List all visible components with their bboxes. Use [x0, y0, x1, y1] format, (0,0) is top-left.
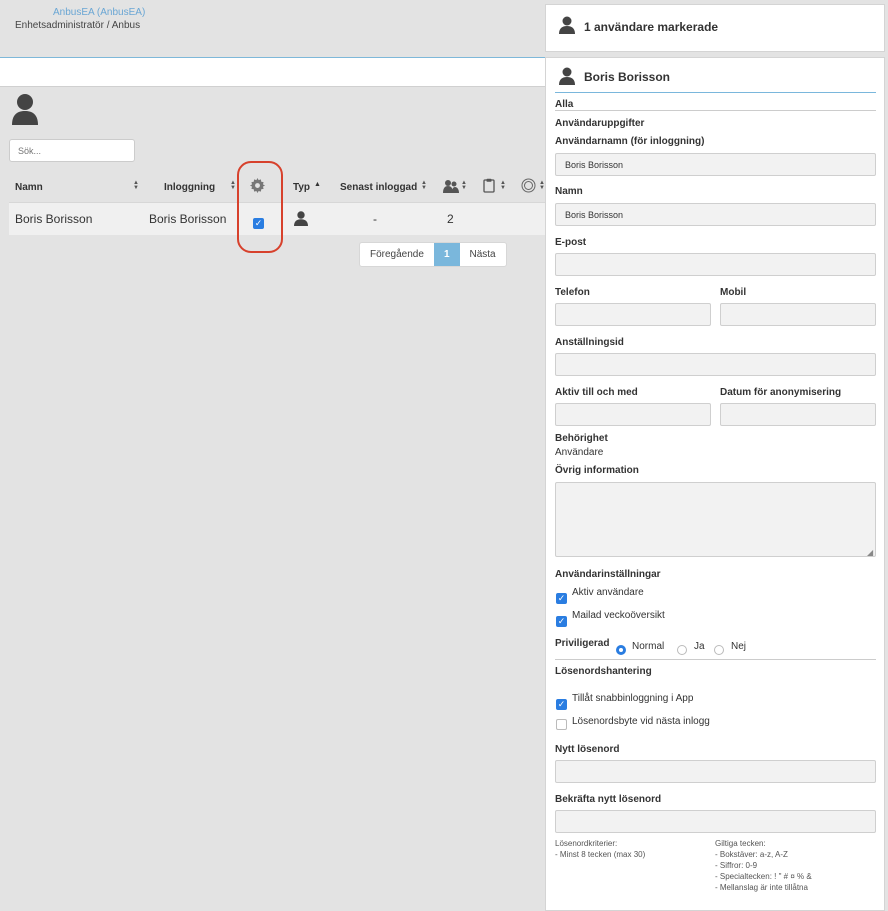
user-icon	[10, 93, 40, 125]
selection-panel: 1 användare markerade	[545, 4, 885, 52]
divider	[555, 110, 876, 111]
anonymize-label: Datum för anonymisering	[720, 387, 842, 398]
sort-icon[interactable]: ▲ ▼	[133, 180, 139, 191]
toolbar-strip	[0, 57, 545, 87]
weekly-mail-label: Mailad veckoöversikt	[572, 610, 665, 621]
group-users-icon[interactable]	[443, 179, 459, 193]
valid-chars-line: - Specialtecken: ! " # ¤ % &	[715, 872, 812, 881]
user-detail-panel: Boris Borisson Alla Användaruppgifter An…	[545, 57, 885, 911]
privileged-normal-radio[interactable]	[616, 641, 626, 659]
username-label: Användarnamn (för inloggning)	[555, 136, 705, 147]
active-until-field[interactable]	[555, 403, 711, 426]
row-login: Boris Borisson	[149, 212, 227, 226]
role-breadcrumb: Enhetsadministratör / Anbus	[15, 20, 141, 31]
other-info-label: Övrig information	[555, 465, 639, 476]
confirm-password-field[interactable]	[555, 810, 876, 833]
criteria-line: - Minst 8 tecken (max 30)	[555, 850, 646, 859]
privileged-yes-label: Ja	[694, 641, 705, 652]
next-page-button[interactable]: Nästa	[460, 243, 506, 266]
new-password-field[interactable]	[555, 760, 876, 783]
valid-chars-line: - Siffror: 0-9	[715, 861, 758, 870]
active-user-label: Aktiv användare	[572, 587, 644, 598]
valid-chars-line: - Mellanslag är inte tillåtna	[715, 883, 808, 892]
new-password-label: Nytt lösenord	[555, 744, 620, 755]
app-link[interactable]: AnbusEA (AnbusEA)	[53, 7, 145, 18]
username-field[interactable]: Boris Borisson	[555, 153, 876, 176]
target-icon[interactable]	[521, 178, 536, 193]
name-field[interactable]: Boris Borisson	[555, 203, 876, 226]
other-info-textarea[interactable]	[555, 482, 876, 557]
page-header: AnbusEA (AnbusEA) Enhetsadministratör / …	[0, 0, 545, 58]
section-user-data: Användaruppgifter	[555, 118, 645, 129]
sort-icon[interactable]: ▲ ▼	[461, 180, 467, 191]
confirm-password-label: Bekräfta nytt lösenord	[555, 794, 662, 805]
change-next-label: Lösenordsbyte vid nästa inlogg	[572, 716, 710, 727]
privileged-normal-label: Normal	[632, 641, 665, 652]
row-last-login: -	[373, 212, 377, 226]
quick-login-label: Tillåt snabbinloggning i App	[572, 693, 694, 704]
user-panel-title: Boris Borisson	[584, 70, 671, 84]
privileged-label: Priviligerad	[555, 638, 610, 649]
clipboard-icon[interactable]	[483, 178, 495, 193]
anonymize-date-field[interactable]	[720, 403, 876, 426]
column-header-type[interactable]: Typ	[293, 182, 310, 193]
employee-id-field[interactable]	[555, 353, 876, 376]
highlight-annotation	[237, 161, 283, 253]
user-type-icon	[294, 211, 308, 226]
sort-asc-icon[interactable]: ▲	[314, 181, 321, 188]
phone-field[interactable]	[555, 303, 711, 326]
current-page-button[interactable]: 1	[433, 243, 460, 266]
valid-chars-line: - Bokstäver: a-z, A-Z	[715, 850, 788, 859]
column-header-login[interactable]: Inloggning	[164, 182, 215, 193]
column-header-last-login[interactable]: Senast inloggad	[340, 182, 417, 193]
divider	[555, 659, 876, 660]
divider	[555, 92, 876, 93]
quick-login-checkbox[interactable]: ✓	[556, 694, 567, 712]
valid-chars-title: Giltiga tecken:	[715, 839, 766, 848]
privileged-no-label: Nej	[731, 641, 747, 652]
employee-id-label: Anställningsid	[555, 337, 624, 348]
sort-icon[interactable]: ▲ ▼	[500, 180, 506, 191]
column-header-name[interactable]: Namn	[15, 182, 43, 193]
privileged-yes-radio[interactable]	[677, 641, 687, 659]
password-title: Lösenordshantering	[555, 666, 652, 677]
tab-all[interactable]: Alla	[555, 99, 573, 110]
selection-title: 1 användare markerade	[584, 20, 719, 34]
email-field[interactable]	[555, 253, 876, 276]
criteria-title: Lösenordkriterier:	[555, 839, 618, 848]
active-user-checkbox[interactable]: ✓	[556, 588, 567, 606]
sort-icon[interactable]: ▲ ▼	[230, 180, 236, 191]
permission-label: Behörighet	[555, 433, 608, 444]
weekly-mail-checkbox[interactable]: ✓	[556, 611, 567, 629]
privileged-no-radio[interactable]	[714, 641, 724, 659]
search-input[interactable]	[9, 139, 135, 162]
pagination: Föregående 1 Nästa	[359, 242, 507, 267]
sort-icon[interactable]: ▲ ▼	[421, 180, 427, 191]
row-name: Boris Borisson	[15, 212, 93, 226]
phone-label: Telefon	[555, 287, 590, 298]
mobile-field[interactable]	[720, 303, 876, 326]
mobile-label: Mobil	[720, 287, 747, 298]
prev-page-button[interactable]: Föregående	[360, 243, 434, 266]
user-icon	[559, 67, 575, 85]
permission-value: Användare	[555, 447, 604, 458]
email-label: E-post	[555, 237, 587, 248]
user-icon	[559, 16, 575, 34]
settings-title: Användarinställningar	[555, 569, 661, 580]
row-count: 2	[447, 212, 454, 226]
change-next-checkbox[interactable]	[556, 717, 567, 735]
active-until-label: Aktiv till och med	[555, 387, 638, 398]
name-label: Namn	[555, 186, 583, 197]
resize-handle-icon[interactable]: ◢	[867, 548, 873, 557]
